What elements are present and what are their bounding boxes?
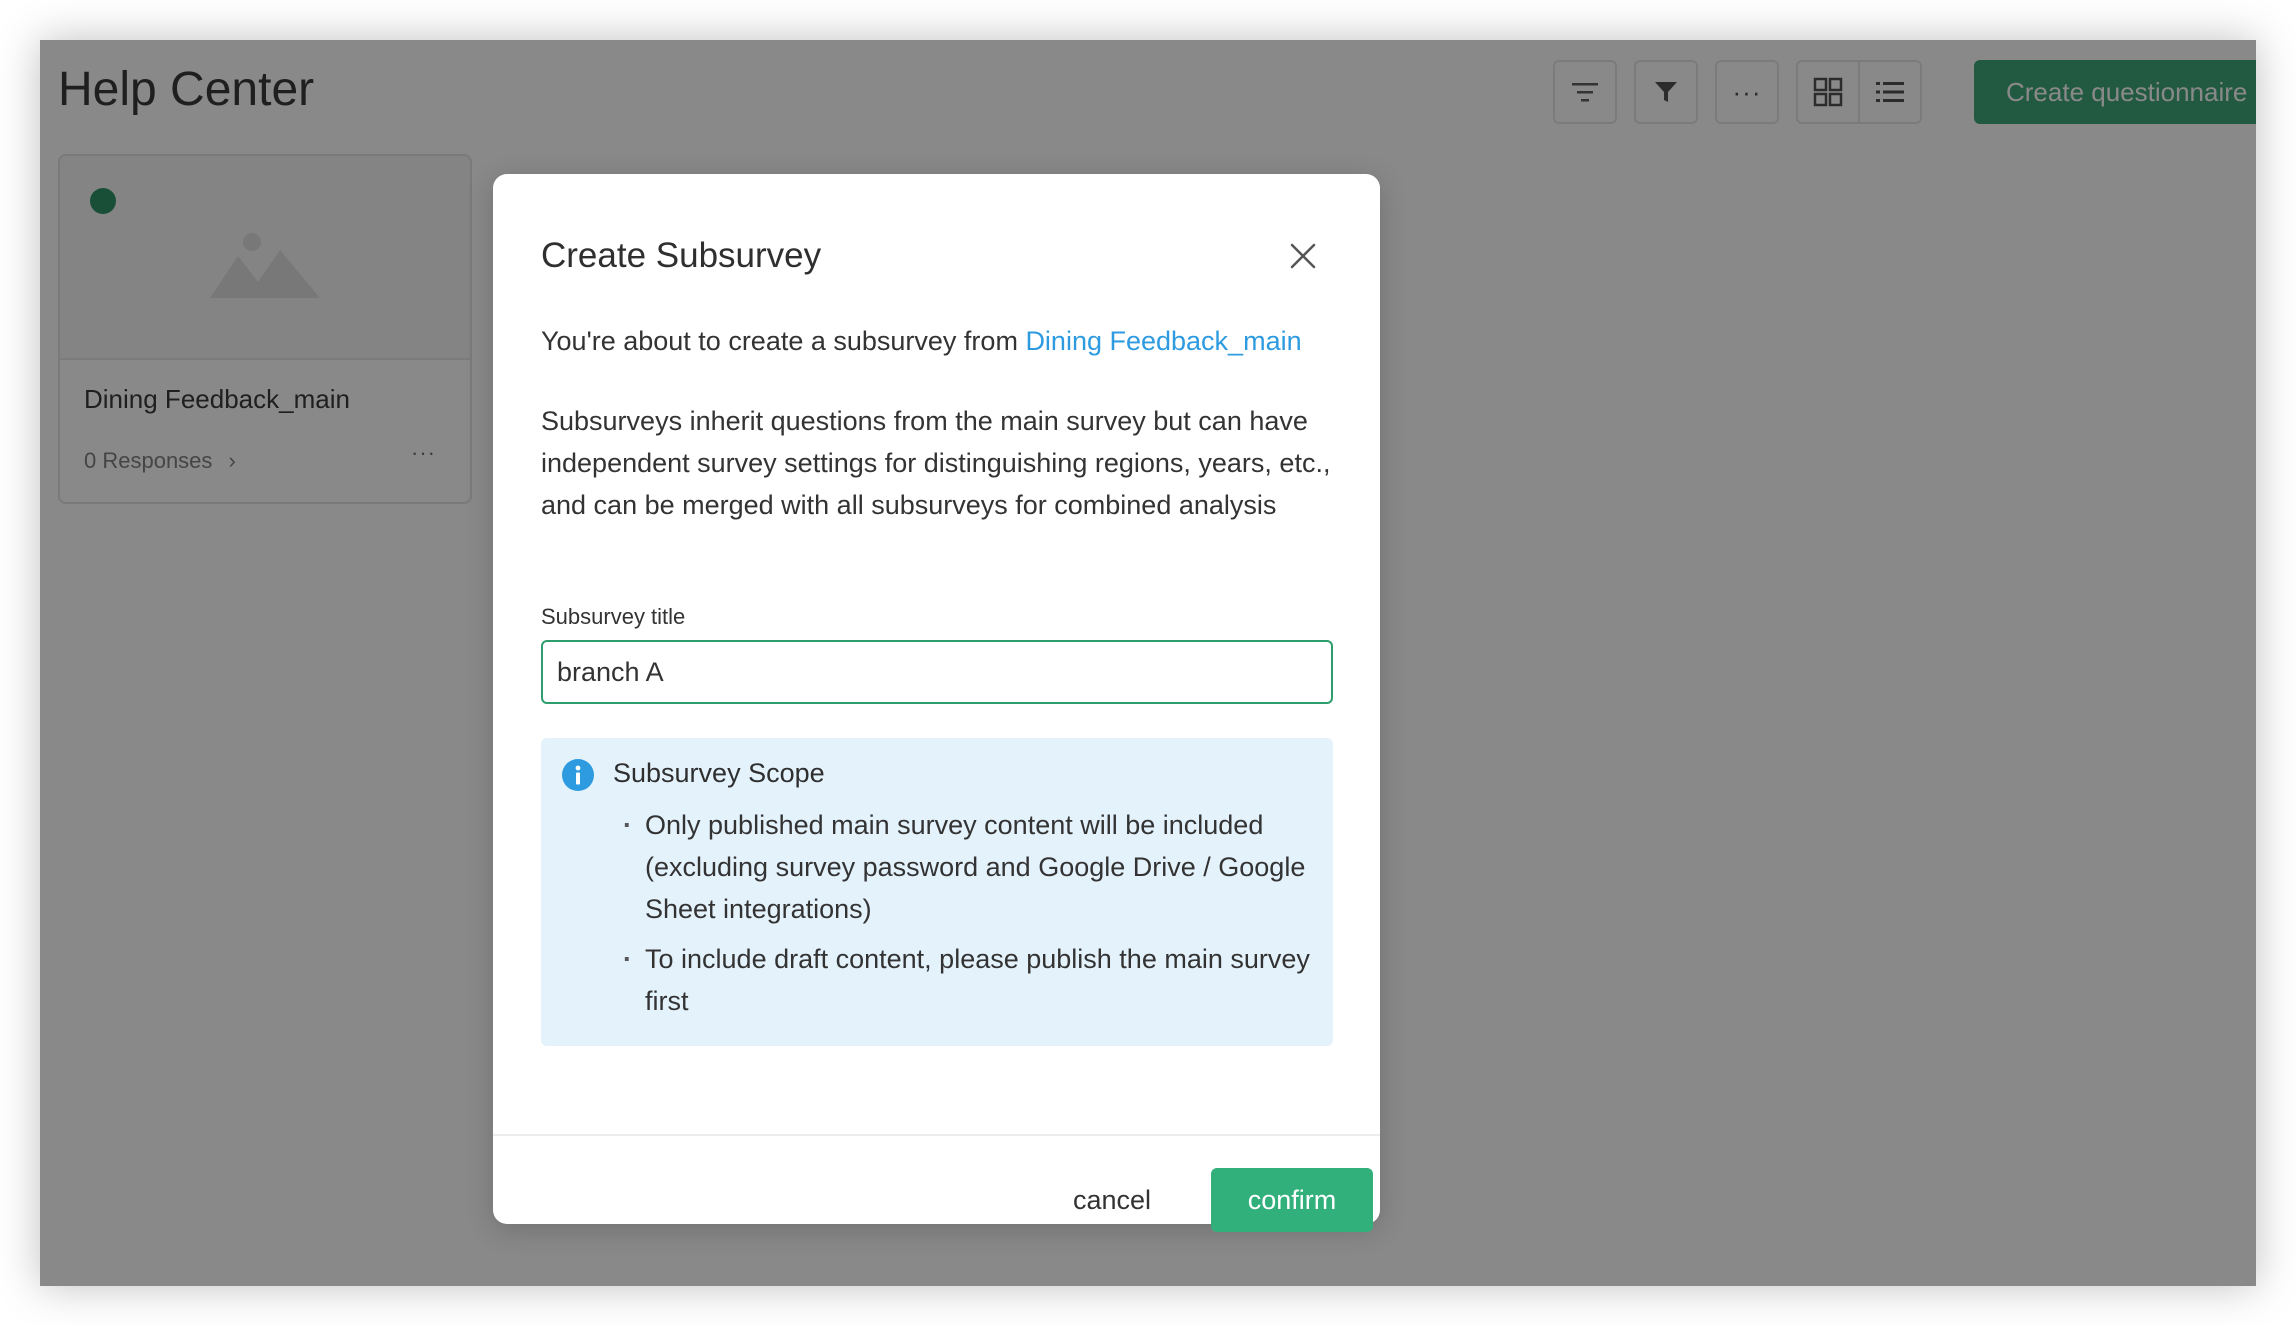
scope-title: Subsurvey Scope [613,758,825,788]
scope-item: Only published main survey content will … [623,804,1315,930]
dialog-title: Create Subsurvey [541,236,822,275]
scope-list: Only published main survey content will … [623,804,1315,1030]
intro-text: You're about to create a subsurvey from [541,326,1026,356]
dialog-footer-divider [493,1134,1380,1136]
subsurvey-scope-notice: Subsurvey Scope Only published main surv… [541,738,1333,1046]
scope-item: To include draft content, please publish… [623,938,1315,1022]
info-icon [562,759,594,791]
confirm-button[interactable]: confirm [1211,1168,1373,1232]
close-button[interactable] [1283,236,1323,276]
dialog-description: Subsurveys inherit questions from the ma… [541,406,1331,520]
subsurvey-title-label: Subsurvey title [541,604,686,629]
main-survey-link[interactable]: Dining Feedback_main [1025,326,1301,356]
subsurvey-title-input[interactable] [541,640,1333,704]
cancel-button[interactable]: cancel [1045,1168,1179,1232]
dialog-intro: You're about to create a subsurvey from … [541,326,1302,357]
create-subsurvey-dialog: Create Subsurvey You're about to create … [493,174,1380,1232]
app-window: Help Center ··· [40,40,2256,1286]
close-icon [1290,243,1316,269]
